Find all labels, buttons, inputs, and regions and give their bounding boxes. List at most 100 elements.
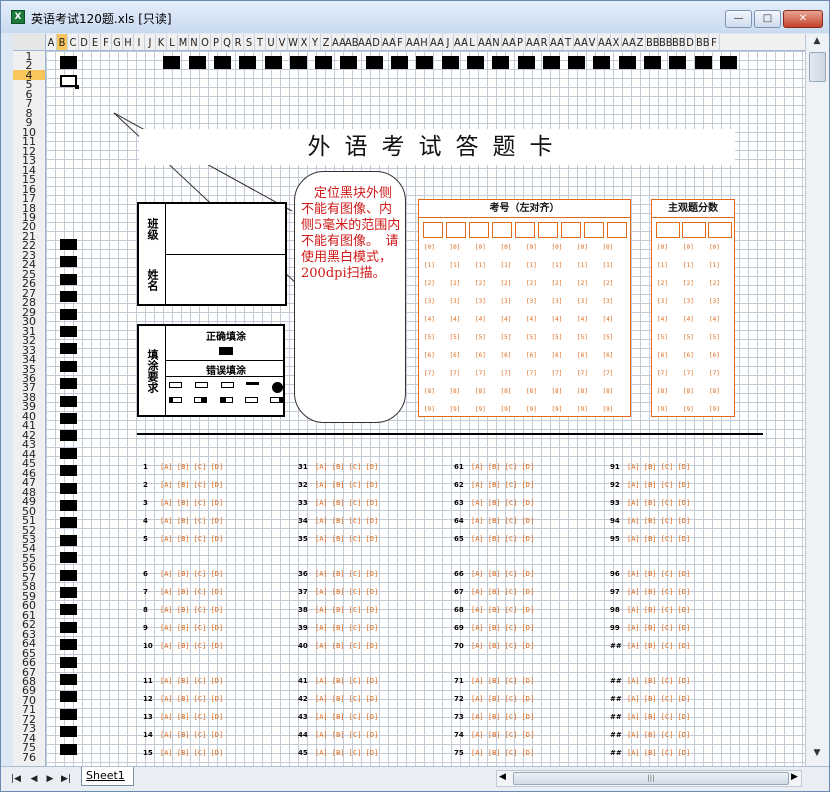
exam-digit-option[interactable]: [8] [424,388,435,395]
exam-digit-option[interactable]: [1] [552,262,563,269]
score-digit-cell[interactable] [708,222,732,238]
answer-options[interactable]: [A] [B] [C] [D] [160,695,223,703]
exam-digit-option[interactable]: [9] [501,406,512,413]
score-digit-option[interactable]: [9] [657,406,668,413]
answer-options[interactable]: [A] [B] [C] [D] [160,517,223,525]
exam-digit-option[interactable]: [8] [577,388,588,395]
answer-options[interactable]: [A] [B] [C] [D] [160,499,223,507]
exam-digit-option[interactable]: [4] [501,316,512,323]
vertical-scroll-thumb[interactable] [809,52,826,82]
exam-digit-option[interactable]: [7] [424,370,435,377]
exam-digit-option[interactable]: [2] [552,280,563,287]
exam-digit-option[interactable]: [1] [577,262,588,269]
column-header[interactable]: N [189,34,200,50]
exam-digit-option[interactable]: [4] [424,316,435,323]
column-header[interactable]: A [46,34,57,50]
exam-digit-option[interactable]: [3] [501,298,512,305]
answer-options[interactable]: [A] [B] [C] [D] [627,499,690,507]
answer-options[interactable]: [A] [B] [C] [D] [160,463,223,471]
column-header[interactable]: BB [659,34,673,50]
exam-digit-option[interactable]: [9] [450,406,461,413]
score-digit-option[interactable]: [0] [683,244,694,251]
exam-digit-option[interactable]: [3] [526,298,537,305]
column-header[interactable]: R [233,34,244,50]
exam-digit-option[interactable]: [6] [552,352,563,359]
exam-digit-option[interactable]: [0] [577,244,588,251]
column-header[interactable]: AA [622,34,636,50]
first-sheet-icon[interactable]: |◀ [9,772,23,786]
select-all-corner[interactable] [13,34,46,50]
scroll-up-arrow-icon[interactable]: ▲ [808,36,826,50]
answer-options[interactable]: [A] [B] [C] [D] [315,695,378,703]
answer-options[interactable]: [A] [B] [C] [D] [315,463,378,471]
exam-digit-option[interactable]: [1] [526,262,537,269]
answer-options[interactable]: [A] [B] [C] [D] [627,731,690,739]
exam-digit-option[interactable]: [1] [424,262,435,269]
exam-digit-option[interactable]: [4] [475,316,486,323]
score-digit-option[interactable]: [4] [709,316,720,323]
answer-options[interactable]: [A] [B] [C] [D] [315,713,378,721]
exam-digit-option[interactable]: [6] [450,352,461,359]
column-header[interactable]: AA [454,34,468,50]
column-header[interactable]: D [685,34,696,50]
column-header[interactable]: AB [345,34,359,50]
answer-options[interactable]: [A] [B] [C] [D] [471,570,534,578]
column-header[interactable]: C [68,34,79,50]
answer-options[interactable]: [A] [B] [C] [D] [160,535,223,543]
exam-digit-option[interactable]: [8] [475,388,486,395]
answer-options[interactable]: [A] [B] [C] [D] [315,570,378,578]
exam-digit-option[interactable]: [0] [475,244,486,251]
column-header[interactable]: F [709,34,720,50]
exam-digit-option[interactable]: [2] [603,280,614,287]
exam-digit-option[interactable]: [5] [526,334,537,341]
answer-options[interactable]: [A] [B] [C] [D] [471,642,534,650]
answer-options[interactable]: [A] [B] [C] [D] [160,713,223,721]
column-header[interactable]: AA [332,34,346,50]
exam-digit-option[interactable]: [8] [603,388,614,395]
answer-options[interactable]: [A] [B] [C] [D] [315,499,378,507]
exam-digit-option[interactable]: [0] [526,244,537,251]
column-header[interactable]: D [371,34,382,50]
score-digit-option[interactable]: [3] [683,298,694,305]
score-digit-option[interactable]: [6] [657,352,668,359]
exam-digit-option[interactable]: [7] [526,370,537,377]
exam-digit-cell[interactable] [561,222,581,238]
score-digit-option[interactable]: [0] [657,244,668,251]
column-header[interactable]: T [563,34,574,50]
answer-options[interactable]: [A] [B] [C] [D] [315,624,378,632]
column-header[interactable]: V [587,34,598,50]
column-header[interactable]: S [244,34,255,50]
answer-options[interactable]: [A] [B] [C] [D] [160,606,223,614]
answer-options[interactable]: [A] [B] [C] [D] [627,517,690,525]
column-header[interactable]: BB [672,34,686,50]
exam-digit-option[interactable]: [5] [552,334,563,341]
score-digit-option[interactable]: [5] [709,334,720,341]
answer-options[interactable]: [A] [B] [C] [D] [471,731,534,739]
vertical-scrollbar[interactable]: ▲ ▼ [805,34,829,766]
exam-digit-option[interactable]: [8] [501,388,512,395]
exam-digit-cell[interactable] [492,222,512,238]
column-header[interactable]: AA [598,34,612,50]
exam-digit-option[interactable]: [7] [450,370,461,377]
exam-digit-option[interactable]: [2] [501,280,512,287]
score-digit-option[interactable]: [6] [709,352,720,359]
answer-options[interactable]: [A] [B] [C] [D] [471,606,534,614]
exam-digit-option[interactable]: [1] [475,262,486,269]
column-header[interactable]: W [288,34,299,50]
exam-digit-option[interactable]: [8] [526,388,537,395]
score-digit-option[interactable]: [2] [709,280,720,287]
column-header[interactable]: BB [646,34,660,50]
exam-digit-option[interactable]: [2] [424,280,435,287]
score-digit-cell[interactable] [656,222,680,238]
exam-digit-option[interactable]: [7] [603,370,614,377]
column-header[interactable]: J [145,34,156,50]
exam-digit-option[interactable]: [5] [450,334,461,341]
column-header[interactable]: K [156,34,167,50]
answer-options[interactable]: [A] [B] [C] [D] [315,677,378,685]
score-digit-option[interactable]: [1] [657,262,668,269]
horizontal-scrollbar[interactable]: ◀ ||| ▶ [496,770,802,787]
answer-options[interactable]: [A] [B] [C] [D] [471,695,534,703]
answer-options[interactable]: [A] [B] [C] [D] [471,481,534,489]
score-digit-option[interactable]: [9] [709,406,720,413]
exam-digit-option[interactable]: [9] [552,406,563,413]
